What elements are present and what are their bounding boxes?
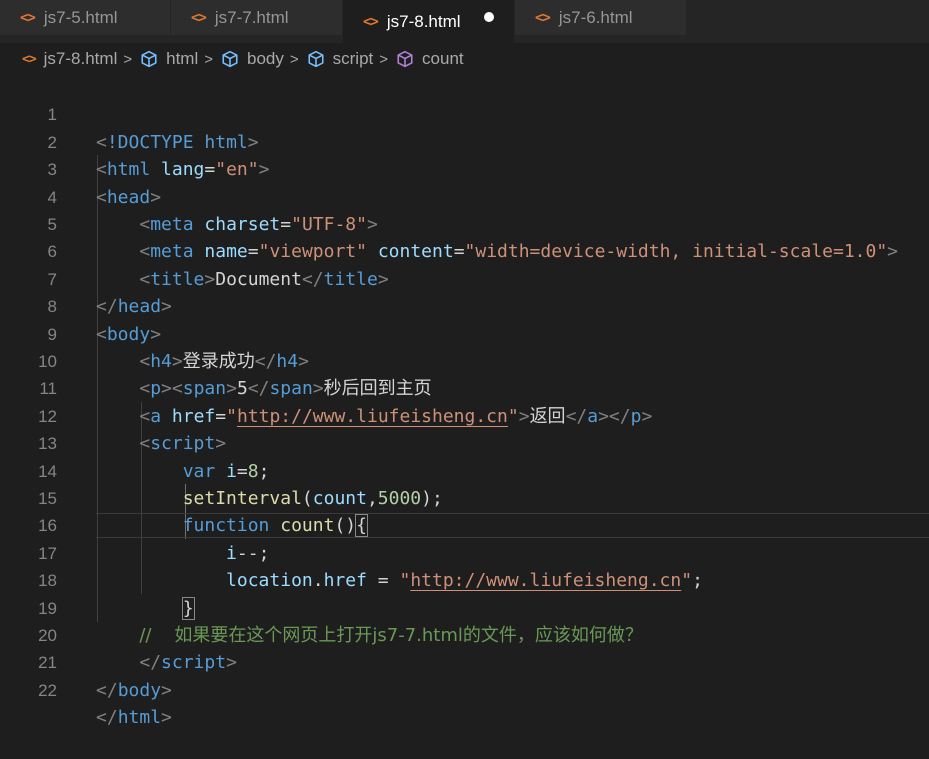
code-line: 1 <!DOCTYPE html> <box>0 74 929 152</box>
tab-label: js7-6.html <box>558 7 633 27</box>
code-line: 15 function count(){ <box>0 458 929 538</box>
symbol-element-cube-icon <box>222 50 238 68</box>
code-line: 3 <head> <box>0 129 929 207</box>
html-file-icon: <> <box>191 9 207 26</box>
code-token: html <box>117 707 162 729</box>
tab-js7-8[interactable]: <> js7-8.html <box>343 0 515 43</box>
breadcrumb-file-label: js7-8.html <box>43 49 118 68</box>
breadcrumb-label: count <box>422 49 464 68</box>
code-line: 9 <h4>登录成功</h4> <box>0 293 929 372</box>
code-line: 17 location.href = "http://www.liufeishe… <box>0 512 929 591</box>
html-file-icon: <> <box>22 51 37 67</box>
code-line: 16 i--; <box>0 485 929 563</box>
code-line: 10 <p><span>5</span>秒后回到主页 <box>0 321 929 399</box>
breadcrumb-body[interactable]: body <box>221 49 284 69</box>
code-line: 14 setInterval(count,5000); <box>0 430 929 509</box>
code-line: 20 </script> <box>0 595 929 673</box>
code-line: 13 var i=8; <box>0 403 929 481</box>
tab-js7-5[interactable]: <> js7-5.html <box>0 0 171 35</box>
code-line: 12 <script> <box>0 375 929 454</box>
symbol-element-cube-icon <box>141 50 157 68</box>
code-line: 4 <meta charset="UTF-8"> <box>0 156 929 235</box>
breadcrumb-separator: > <box>289 50 299 68</box>
editor-tab-bar: <> js7-5.html <> js7-7.html <> js7-8.htm… <box>0 0 929 43</box>
unsaved-dot-icon[interactable] <box>484 12 494 22</box>
tab-label: js7-7.html <box>214 7 289 27</box>
code-line: 18 } <box>0 540 929 620</box>
breadcrumb-html[interactable]: html <box>140 49 198 69</box>
breadcrumb-separator: > <box>379 50 389 68</box>
breadcrumb-label: html <box>166 49 199 68</box>
code-line: 2 <html lang="en"> <box>0 101 929 180</box>
tab-js7-6[interactable]: <> js7-6.html <box>515 0 687 35</box>
code-line: 6 <title>Document</title> <box>0 211 929 289</box>
breadcrumb-separator: > <box>123 50 133 68</box>
breadcrumb-script[interactable]: script <box>307 49 374 69</box>
code-line: 8 <body> <box>0 266 929 344</box>
code-line: 22 </html> <box>0 649 929 728</box>
line-number: 22 <box>38 680 57 700</box>
breadcrumb: <> js7-8.html > html > body > script > c… <box>0 43 929 75</box>
breadcrumb-separator: > <box>204 50 213 68</box>
html-file-icon: <> <box>535 9 551 26</box>
code-line: 19 // 如果要在这个网页上打开js7-7.html的文件，应该如何做？ <box>0 567 929 646</box>
code-token: body <box>117 679 162 701</box>
symbol-method-cube-icon <box>397 50 413 68</box>
symbol-element-cube-icon <box>308 50 324 68</box>
breadcrumb-label: script <box>332 49 374 68</box>
tab-label: js7-5.html <box>43 7 118 27</box>
tab-js7-7[interactable]: <> js7-7.html <box>171 0 343 35</box>
code-line: 7 </head> <box>0 238 929 317</box>
tab-label: js7-8.html <box>386 11 461 31</box>
html-file-icon: <> <box>363 13 379 30</box>
code-line: 5 <meta name="viewport" content="width=d… <box>0 184 929 262</box>
breadcrumb-file[interactable]: <> js7-8.html <box>22 49 117 69</box>
code-line: 21 </body> <box>0 622 929 700</box>
breadcrumb-label: body <box>247 49 284 68</box>
html-file-icon: <> <box>20 9 36 26</box>
code-line: 11 <a href="http://www.liufeisheng.cn">返… <box>0 348 929 426</box>
code-editor[interactable]: 1 <!DOCTYPE html> 2 <html lang="en"> 3 <… <box>0 73 929 728</box>
breadcrumb-count[interactable]: count <box>396 49 464 69</box>
